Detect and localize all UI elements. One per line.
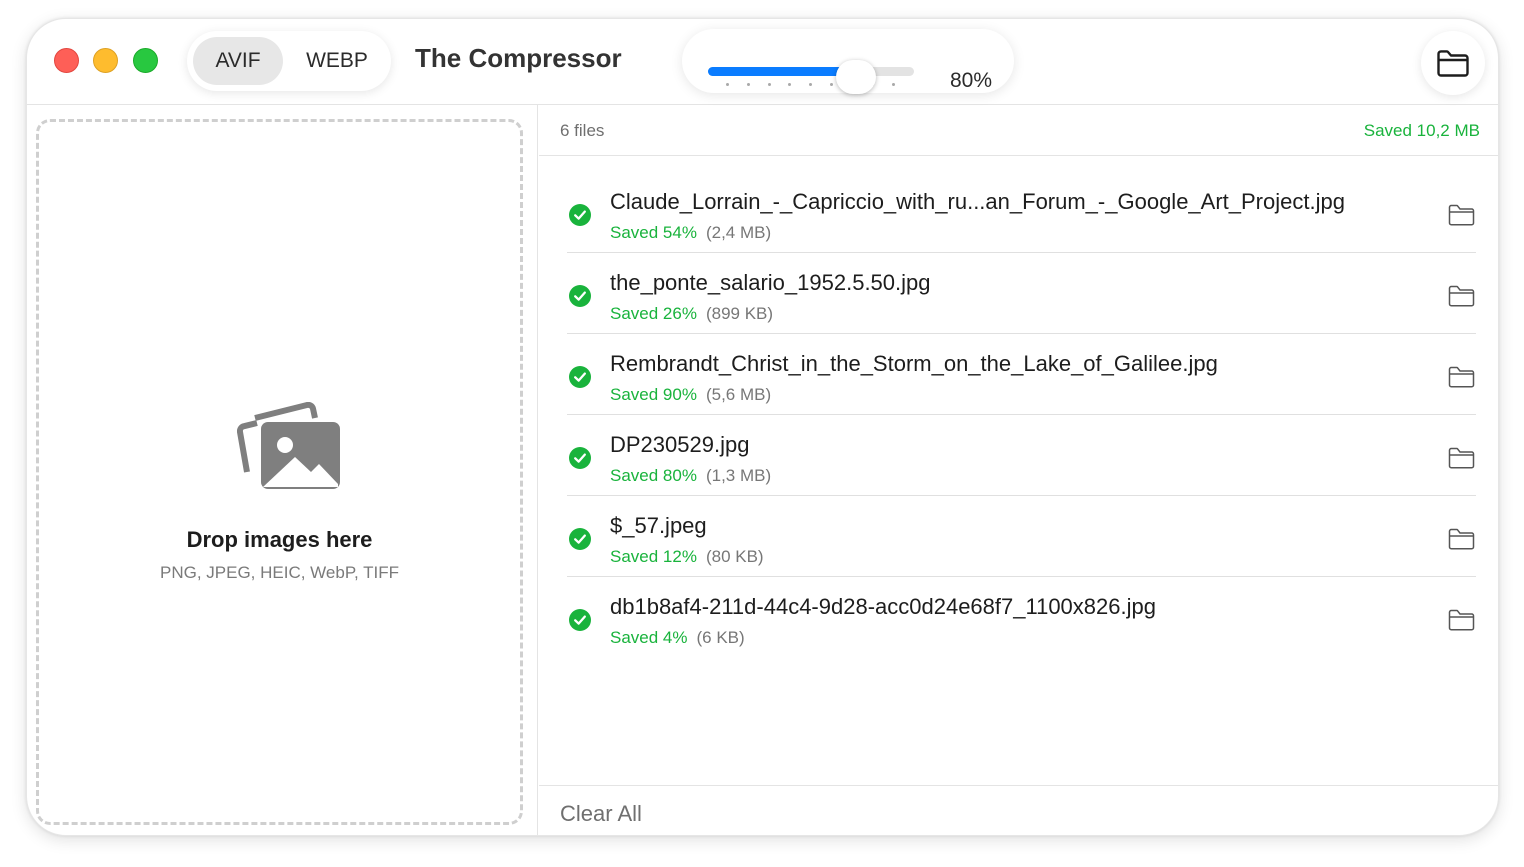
app-window: AVIF WEBP The Compressor 80% Drop images… [26,18,1499,836]
saved-percent: Saved 54% [610,223,697,242]
saved-percent: Saved 80% [610,466,697,485]
quality-control: 80% [682,29,1014,94]
file-status: Saved 12% (80 KB) [610,547,764,567]
folder-icon[interactable] [1448,366,1475,388]
file-name: Claude_Lorrain_-_Capriccio_with_ru...an_… [610,189,1345,214]
supported-formats: PNG, JPEG, HEIC, WebP, TIFF [159,563,399,582]
minimize-window-button[interactable] [93,48,118,73]
file-size: (6 KB) [696,628,745,647]
slider-tick [892,83,895,86]
slider-tick [767,83,771,86]
file-name: $_57.jpeg [610,513,707,538]
drop-title: Drop images here [186,527,373,552]
zoom-window-button[interactable] [133,48,158,73]
file-list-footer: Clear All [539,785,1498,835]
clear-all-button[interactable]: Clear All [560,801,642,827]
total-saved: Saved 10,2 MB [1363,121,1480,140]
checkmark-icon [569,366,591,388]
photos-icon [237,402,340,489]
folder-icon[interactable] [1448,447,1475,469]
file-row: db1b8af4-211d-44c4-9d28-acc0d24e68f7_110… [539,577,1498,658]
file-name: DP230529.jpg [610,432,750,457]
file-row: the_ponte_salario_1952.5.50.jpg Saved 26… [539,253,1498,334]
saved-percent: Saved 90% [610,385,697,404]
drop-pane: Drop images here PNG, JPEG, HEIC, WebP, … [27,105,538,835]
slider-tick [788,83,792,86]
slider-tick [726,83,729,86]
file-name: the_ponte_salario_1952.5.50.jpg [610,270,931,295]
file-size: (899 KB) [705,304,774,323]
quality-value: 80% [950,69,993,92]
file-row: Claude_Lorrain_-_Capriccio_with_ru...an_… [539,172,1498,253]
file-size: (5,6 MB) [705,385,772,404]
folder-icon [1437,50,1469,77]
quality-slider-thumb[interactable] [836,60,877,94]
file-status: Saved 90% (5,6 MB) [610,385,771,405]
close-window-button[interactable] [54,48,79,73]
format-webp-button[interactable]: WEBP [291,37,383,85]
file-row: $_57.jpeg Saved 12% (80 KB) [539,496,1498,577]
slider-tick [746,83,750,86]
file-row: DP230529.jpg Saved 80% (1,3 MB) [539,415,1498,496]
checkmark-icon [569,528,591,550]
file-list: Claude_Lorrain_-_Capriccio_with_ru...an_… [539,172,1498,658]
open-output-folder-button[interactable] [1421,31,1485,95]
checkmark-icon [569,204,591,226]
checkmark-icon [569,447,591,469]
file-row: Rembrandt_Christ_in_the_Storm_on_the_Lak… [539,334,1498,415]
saved-percent: Saved 26% [610,304,697,323]
slider-tick [809,83,812,86]
saved-percent: Saved 12% [610,547,697,566]
saved-percent: Saved 4% [610,628,688,647]
file-size: (1,3 MB) [705,466,772,485]
app-title: The Compressor [415,43,622,73]
format-avif-button[interactable]: AVIF [193,37,283,85]
checkmark-icon [569,609,591,631]
toolbar: AVIF WEBP The Compressor 80% [27,19,1498,105]
file-list-header: 6 files Saved 10,2 MB [539,105,1498,156]
file-list-pane: 6 files Saved 10,2 MB Claude_Lorrain_-_C… [539,105,1498,835]
files-count: 6 files [560,121,605,140]
folder-icon[interactable] [1448,528,1475,550]
file-status: Saved 54% (2,4 MB) [610,223,771,243]
folder-icon[interactable] [1448,204,1475,226]
file-status: Saved 4% (6 KB) [610,628,745,648]
file-status: Saved 26% (899 KB) [610,304,773,324]
checkmark-icon [569,285,591,307]
drop-zone[interactable]: Drop images here PNG, JPEG, HEIC, WebP, … [36,119,523,825]
file-size: (80 KB) [705,547,764,566]
folder-icon[interactable] [1448,609,1475,631]
folder-icon[interactable] [1448,285,1475,307]
quality-slider[interactable] [708,67,914,76]
file-status: Saved 80% (1,3 MB) [610,466,771,486]
quality-slider-ticks [726,83,916,87]
file-name: Rembrandt_Christ_in_the_Storm_on_the_Lak… [610,351,1218,376]
file-name: db1b8af4-211d-44c4-9d28-acc0d24e68f7_110… [610,594,1156,619]
file-size: (2,4 MB) [705,223,772,242]
format-segmented-control: AVIF WEBP [187,31,391,91]
slider-tick [829,83,833,86]
quality-slider-fill [708,67,857,76]
